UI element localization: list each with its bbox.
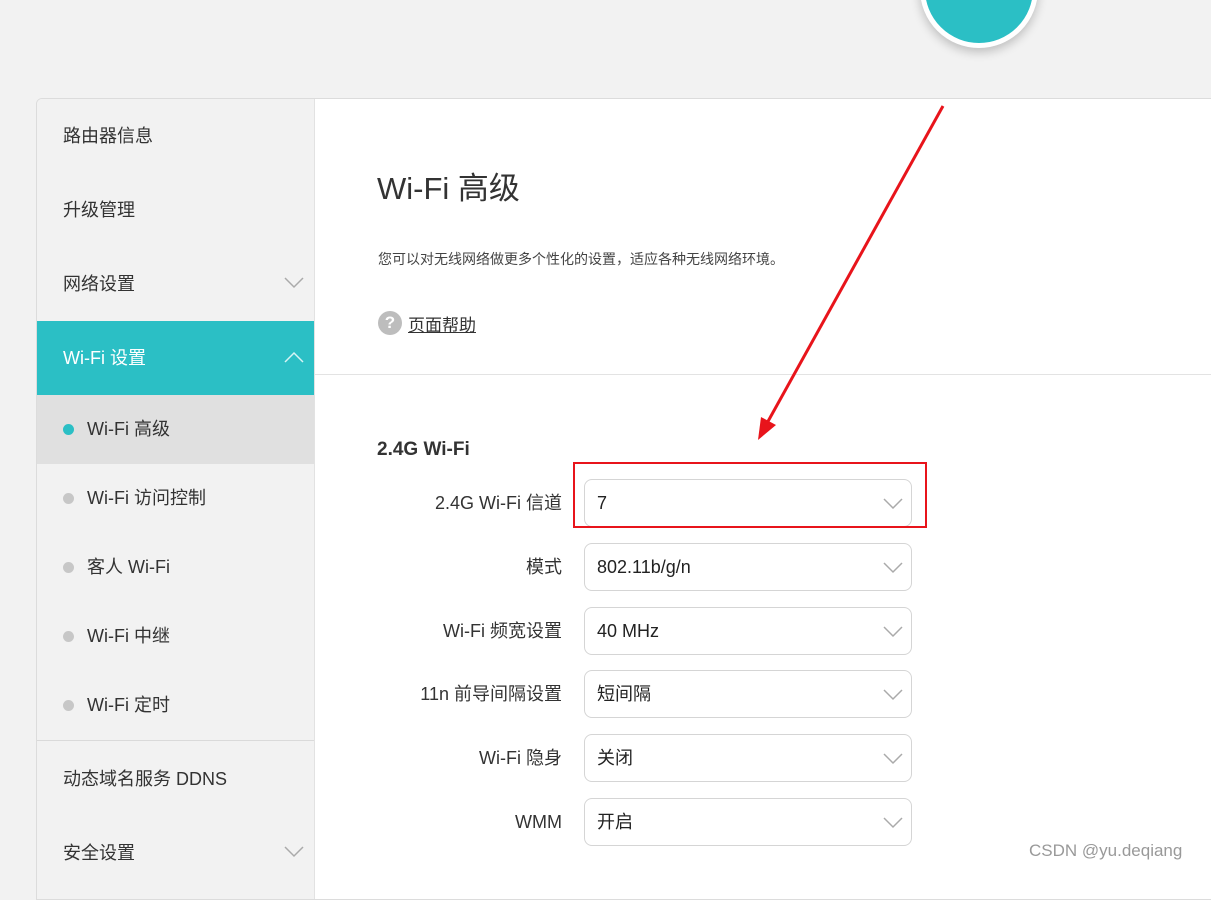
watermark: CSDN @yu.deqiang xyxy=(1029,841,1183,860)
annotation-arrow-icon xyxy=(758,105,945,440)
